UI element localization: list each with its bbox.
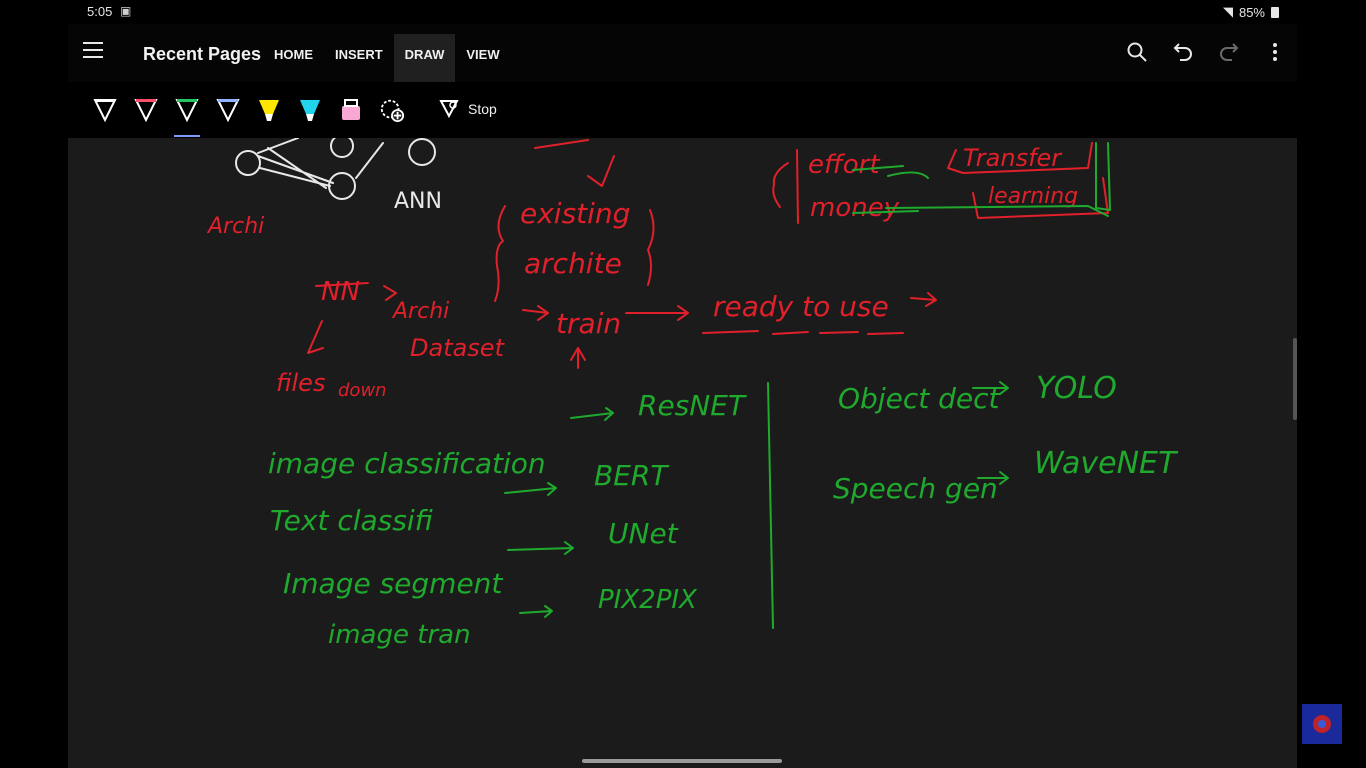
green-pen-icon[interactable] — [174, 96, 200, 124]
tab-home[interactable]: HOME — [263, 34, 324, 82]
note-text-classifi: Text classifi — [270, 504, 433, 537]
lasso-icon — [439, 100, 459, 119]
battery-percent: 85% — [1238, 4, 1265, 20]
note-image-segment: Image segment — [283, 567, 503, 600]
note-existing: existing — [520, 197, 630, 230]
battery-icon — [1271, 6, 1279, 18]
vertical-scrollbar[interactable] — [1293, 338, 1297, 420]
note-transfer: Transfer — [963, 144, 1063, 172]
status-bar: 5:05 ▣ ◥ 85% — [68, 0, 1297, 24]
screen-record-icon: ▣ — [120, 4, 132, 18]
active-pen-indicator — [174, 135, 200, 137]
tab-draw[interactable]: DRAW — [393, 34, 456, 82]
flower-icon — [1313, 715, 1331, 733]
top-actions — [1125, 40, 1287, 64]
note-archi-2: Archi — [391, 299, 449, 324]
note-bert: BERT — [594, 459, 669, 492]
note-unet: UNet — [608, 517, 679, 550]
more-options-icon[interactable] — [1263, 40, 1287, 64]
note-dataset: Dataset — [410, 334, 506, 362]
red-pen-icon[interactable] — [133, 96, 159, 124]
stop-label: Stop — [468, 101, 497, 117]
note-yolo: YOLO — [1036, 371, 1117, 406]
ink-canvas[interactable]: ANN Archi existing archite NN Archi Data… — [68, 138, 1297, 753]
draw-toolbar: Stop — [68, 82, 1297, 138]
tab-insert[interactable]: INSERT — [324, 34, 394, 82]
video-thumbnail — [1302, 704, 1342, 744]
note-files: files — [276, 369, 325, 397]
note-object-dect: Object dect — [838, 382, 1000, 415]
note-archi-1: Archi — [206, 214, 264, 239]
note-wavenet: WaveNET — [1034, 446, 1179, 481]
green-text: image classification ResNET Text classif… — [268, 371, 1179, 650]
note-nn: NN — [321, 277, 360, 307]
status-time: 5:05 — [87, 4, 113, 19]
menu-bar: Recent Pages HOME INSERT DRAW VIEW — [68, 24, 1297, 82]
tab-view[interactable]: VIEW — [455, 34, 510, 82]
stop-button[interactable]: Stop — [438, 98, 497, 120]
note-speech-gen: Speech gen — [833, 472, 998, 505]
note-ready-to-use: ready to use — [713, 290, 889, 323]
note-down: down — [338, 380, 387, 401]
note-pix2pix: PIX2PIX — [598, 585, 698, 615]
pink-highlighter-icon[interactable] — [338, 96, 364, 124]
menu-icon[interactable] — [83, 42, 103, 60]
undo-icon[interactable] — [1171, 40, 1195, 64]
wifi-icon: ◥ — [1222, 4, 1233, 19]
note-train: train — [556, 307, 621, 340]
onenote-app: 5:05 ▣ ◥ 85% Recent Pages HOME INSERT DR… — [68, 0, 1297, 768]
note-ann: ANN — [394, 189, 442, 214]
network-sketch: ANN — [235, 138, 442, 214]
note-archite: archite — [524, 247, 622, 280]
white-pen-icon[interactable] — [92, 96, 118, 124]
note-image-classification: image classification — [268, 447, 546, 480]
note-effort: effort — [808, 150, 880, 180]
status-right: ◥ 85% — [1223, 4, 1279, 20]
yellow-highlighter-icon[interactable] — [256, 96, 282, 124]
home-indicator[interactable] — [582, 759, 782, 763]
blue-pen-icon[interactable] — [215, 96, 241, 124]
search-icon[interactable] — [1125, 40, 1149, 64]
ribbon-tabs: HOME INSERT DRAW VIEW — [263, 34, 511, 82]
note-resnet: ResNET — [638, 389, 747, 422]
note-image-tran: image tran — [328, 620, 471, 650]
handwritten-notes: ANN Archi existing archite NN Archi Data… — [206, 138, 1179, 650]
recent-pages-title[interactable]: Recent Pages — [143, 44, 261, 65]
cyan-highlighter-icon[interactable] — [297, 96, 323, 124]
redo-icon[interactable] — [1217, 40, 1241, 64]
add-pen-icon[interactable] — [379, 96, 405, 124]
red-text: Archi existing archite NN Archi Dataset … — [206, 144, 1078, 401]
